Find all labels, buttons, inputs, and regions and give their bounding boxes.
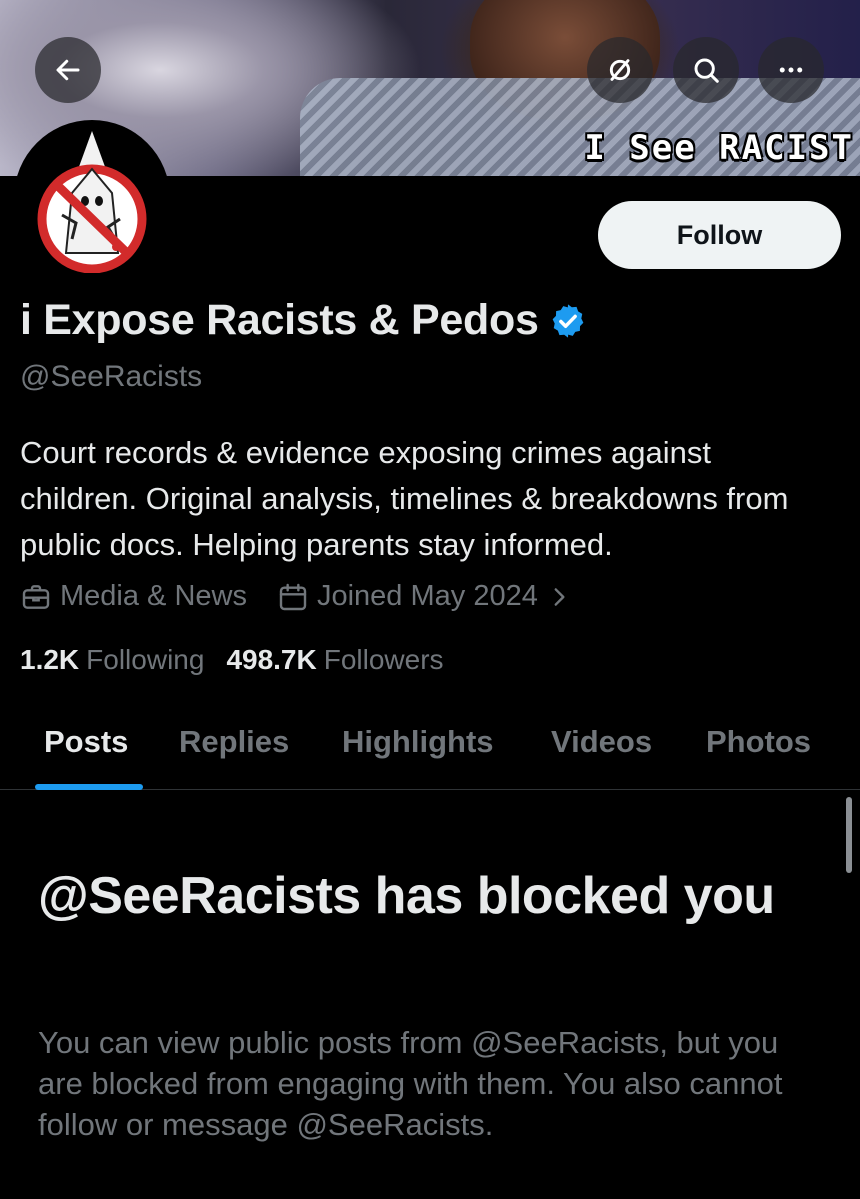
profile-name-row: i Expose Racists & Pedos	[20, 296, 587, 345]
tab-videos[interactable]: Videos	[551, 724, 652, 760]
search-button[interactable]	[673, 37, 739, 103]
calendar-icon	[279, 583, 307, 610]
profile-category: Media & News	[20, 580, 247, 613]
banner-caption: I See RACIST	[584, 128, 854, 168]
following-stat[interactable]: 1.2K Following	[20, 644, 204, 676]
profile-handle: @SeeRacists	[20, 360, 203, 393]
follow-button[interactable]: Follow	[598, 201, 841, 269]
tab-highlights[interactable]: Highlights	[342, 724, 494, 760]
scrollbar[interactable]	[846, 797, 852, 873]
followers-stat[interactable]: 498.7K Followers	[226, 644, 443, 676]
profile-stats: 1.2K Following 498.7K Followers	[20, 644, 444, 676]
more-horizontal-icon	[779, 67, 803, 73]
following-label: Following	[86, 644, 205, 675]
tab-photos[interactable]: Photos	[706, 724, 811, 760]
briefcase-icon	[22, 584, 50, 609]
no-hood-logo-icon	[37, 131, 147, 273]
slashed-circle-icon	[609, 59, 631, 81]
back-button[interactable]	[35, 37, 101, 103]
tab-replies[interactable]: Replies	[179, 724, 289, 760]
profile-tabs: Posts Replies Highlights Videos Photos	[0, 700, 860, 790]
blocked-description: You can view public posts from @SeeRacis…	[38, 1025, 783, 1142]
followers-count: 498.7K	[226, 644, 317, 675]
search-icon	[694, 58, 719, 83]
tab-posts[interactable]: Posts	[44, 724, 128, 760]
followers-label: Followers	[323, 644, 444, 675]
chevron-right-icon	[554, 587, 565, 606]
profile-bio: Court records & evidence exposing crimes…	[20, 435, 789, 562]
display-name: i Expose Racists & Pedos	[20, 296, 539, 344]
grok-button[interactable]	[587, 37, 653, 103]
profile-joined[interactable]: Joined May 2024	[277, 580, 572, 613]
category-label: Media & News	[60, 580, 247, 612]
more-button[interactable]	[758, 37, 824, 103]
profile-meta: Media & News Joined May 2024	[20, 580, 572, 613]
avatar[interactable]	[14, 120, 170, 276]
following-count: 1.2K	[20, 644, 80, 675]
verified-badge-icon[interactable]	[549, 302, 587, 340]
arrow-left-icon	[56, 59, 80, 81]
profile-page: I See RACIST Follow i Expose Racists & P…	[0, 0, 860, 1199]
blocked-title: @SeeRacists has blocked you	[38, 867, 775, 925]
joined-label: Joined May 2024	[316, 580, 538, 612]
active-tab-indicator	[35, 784, 143, 790]
